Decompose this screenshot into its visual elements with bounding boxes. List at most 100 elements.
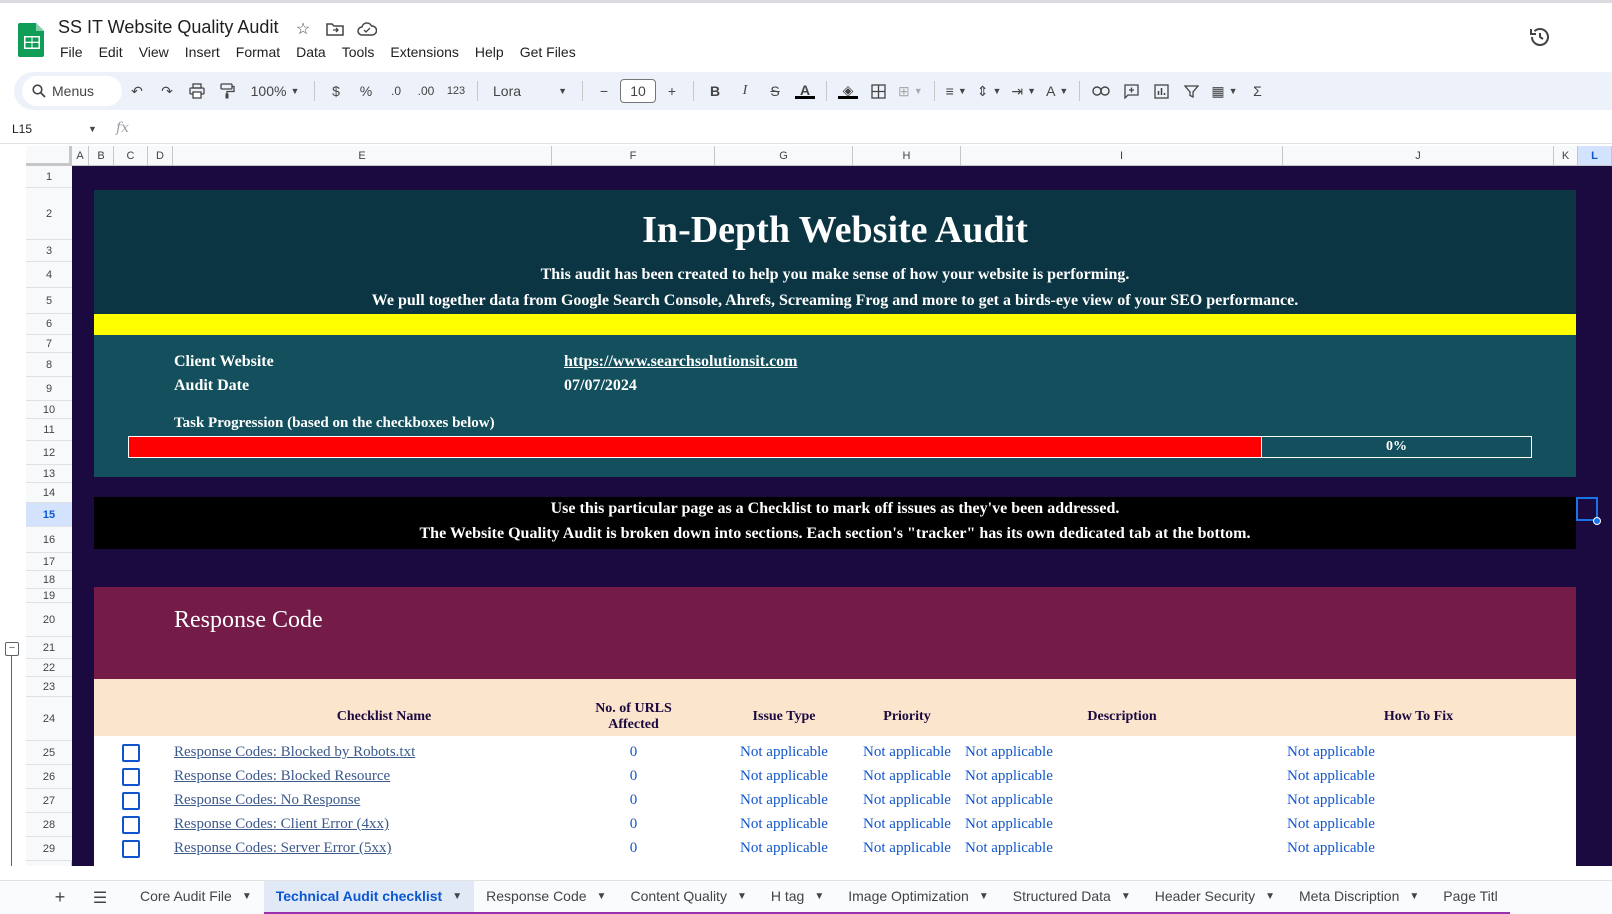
- tab-h-tag[interactable]: H tag ▼: [758, 881, 837, 914]
- chevron-down-icon[interactable]: ▼: [242, 891, 252, 902]
- chevron-down-icon[interactable]: ▼: [1409, 891, 1419, 902]
- column-header-c[interactable]: C: [114, 146, 148, 166]
- row-header[interactable]: 18: [26, 571, 72, 589]
- cloud-status-icon[interactable]: [356, 18, 378, 40]
- percent-format-button[interactable]: %: [352, 77, 380, 105]
- column-header-f[interactable]: F: [552, 146, 715, 166]
- all-sheets-icon[interactable]: ☰: [86, 884, 114, 912]
- zoom-select[interactable]: 100% ▼: [243, 77, 307, 105]
- italic-icon[interactable]: I: [731, 77, 759, 105]
- sheet-canvas[interactable]: In-Depth Website Audit This audit has be…: [72, 166, 1612, 866]
- chevron-down-icon[interactable]: ▼: [1121, 891, 1131, 902]
- row-header[interactable]: 22: [26, 659, 72, 677]
- paint-format-icon[interactable]: [213, 77, 241, 105]
- column-header-i[interactable]: I: [961, 146, 1283, 166]
- strikethrough-icon[interactable]: S: [761, 77, 789, 105]
- name-box[interactable]: L15 ▼: [12, 122, 97, 136]
- column-header-k[interactable]: K: [1554, 146, 1578, 166]
- row-header[interactable]: 13: [26, 465, 72, 483]
- checklist-item-link[interactable]: Response Codes: Client Error (4xx): [174, 816, 389, 833]
- row-header[interactable]: 20: [26, 603, 72, 637]
- document-title[interactable]: SS IT Website Quality Audit: [58, 17, 278, 38]
- decrease-font-size-icon[interactable]: −: [590, 77, 618, 105]
- chevron-down-icon[interactable]: ▼: [1265, 891, 1275, 902]
- filter-icon[interactable]: [1177, 77, 1205, 105]
- row-header[interactable]: 5: [26, 288, 72, 314]
- vertical-align-icon[interactable]: ⇕ ▼: [973, 77, 1006, 105]
- move-folder-icon[interactable]: [324, 18, 346, 40]
- functions-icon[interactable]: Σ: [1243, 77, 1271, 105]
- tab-structured-data[interactable]: Structured Data ▼: [1000, 881, 1143, 914]
- tab-core-audit-file[interactable]: Core Audit File ▼: [128, 881, 264, 914]
- column-header-g[interactable]: G: [715, 146, 853, 166]
- table-icon[interactable]: ▦ ▼: [1207, 77, 1241, 105]
- chevron-down-icon[interactable]: ▼: [452, 891, 462, 902]
- row-header[interactable]: 28: [26, 813, 72, 837]
- column-header-h[interactable]: H: [853, 146, 961, 166]
- checkbox[interactable]: [122, 840, 140, 858]
- currency-format-button[interactable]: $: [322, 77, 350, 105]
- row-header[interactable]: 14: [26, 483, 72, 503]
- font-select[interactable]: Lora ▼: [485, 77, 575, 105]
- redo-icon[interactable]: ↷: [153, 77, 181, 105]
- chevron-down-icon[interactable]: ▼: [597, 891, 607, 902]
- decrease-decimal-button[interactable]: .0: [382, 77, 410, 105]
- menu-data[interactable]: Data: [296, 44, 326, 60]
- tab-content-quality[interactable]: Content Quality ▼: [618, 881, 759, 914]
- more-formats-button[interactable]: 123: [442, 77, 470, 105]
- print-icon[interactable]: [183, 77, 211, 105]
- menu-insert[interactable]: Insert: [185, 44, 220, 60]
- row-header[interactable]: 11: [26, 419, 72, 441]
- row-header[interactable]: 7: [26, 335, 72, 353]
- checklist-item-link[interactable]: Response Codes: Blocked by Robots.txt: [174, 744, 415, 761]
- tab-page-title[interactable]: Page Titl: [1431, 881, 1510, 914]
- menu-get-files[interactable]: Get Files: [520, 44, 576, 60]
- row-header[interactable]: 23: [26, 677, 72, 697]
- fill-handle[interactable]: [1593, 517, 1601, 525]
- row-header[interactable]: 4: [26, 262, 72, 288]
- row-header[interactable]: 24: [26, 697, 72, 741]
- collapse-group-icon[interactable]: −: [5, 642, 19, 656]
- column-header-l[interactable]: L: [1578, 146, 1612, 166]
- checkbox[interactable]: [122, 768, 140, 786]
- row-header[interactable]: 26: [26, 765, 72, 789]
- tab-header-security[interactable]: Header Security ▼: [1142, 881, 1288, 914]
- menu-file[interactable]: File: [60, 44, 83, 60]
- menus-search[interactable]: Menus: [22, 76, 122, 106]
- fill-color-icon[interactable]: ◈: [834, 77, 862, 105]
- row-header[interactable]: 12: [26, 441, 72, 465]
- column-header-d[interactable]: D: [148, 146, 173, 166]
- menu-edit[interactable]: Edit: [99, 44, 123, 60]
- increase-font-size-icon[interactable]: +: [658, 77, 686, 105]
- borders-icon[interactable]: [864, 77, 892, 105]
- column-header-b[interactable]: B: [89, 146, 114, 166]
- checkbox[interactable]: [122, 744, 140, 762]
- column-header-a[interactable]: A: [72, 146, 89, 166]
- row-header[interactable]: 29: [26, 837, 72, 861]
- row-header[interactable]: 25: [26, 741, 72, 765]
- row-header[interactable]: 1: [26, 166, 72, 188]
- row-header[interactable]: 27: [26, 789, 72, 813]
- menu-view[interactable]: View: [139, 44, 169, 60]
- text-wrapping-icon[interactable]: ⇥ ▼: [1007, 77, 1040, 105]
- version-history-icon[interactable]: [1528, 25, 1552, 49]
- row-header[interactable]: 8: [26, 353, 72, 377]
- column-header-e[interactable]: E: [173, 146, 552, 166]
- chevron-down-icon[interactable]: ▼: [814, 891, 824, 902]
- tab-technical-audit-checklist[interactable]: Technical Audit checklist ▼: [263, 880, 475, 914]
- insert-comment-icon[interactable]: [1117, 77, 1145, 105]
- tab-image-optimization[interactable]: Image Optimization ▼: [836, 881, 1001, 914]
- star-icon[interactable]: ☆: [292, 18, 314, 40]
- chevron-down-icon[interactable]: ▼: [737, 891, 747, 902]
- insert-chart-icon[interactable]: [1147, 77, 1175, 105]
- row-header[interactable]: 3: [26, 240, 72, 262]
- checklist-item-link[interactable]: Response Codes: Server Error (5xx): [174, 840, 391, 857]
- add-sheet-icon[interactable]: +: [46, 884, 74, 912]
- menu-format[interactable]: Format: [236, 44, 280, 60]
- checklist-item-link[interactable]: Response Codes: No Response: [174, 792, 360, 809]
- row-header[interactable]: 2: [26, 188, 72, 240]
- chevron-down-icon[interactable]: ▼: [979, 891, 989, 902]
- row-header[interactable]: 9: [26, 377, 72, 401]
- checkbox[interactable]: [122, 816, 140, 834]
- row-header[interactable]: 16: [26, 527, 72, 553]
